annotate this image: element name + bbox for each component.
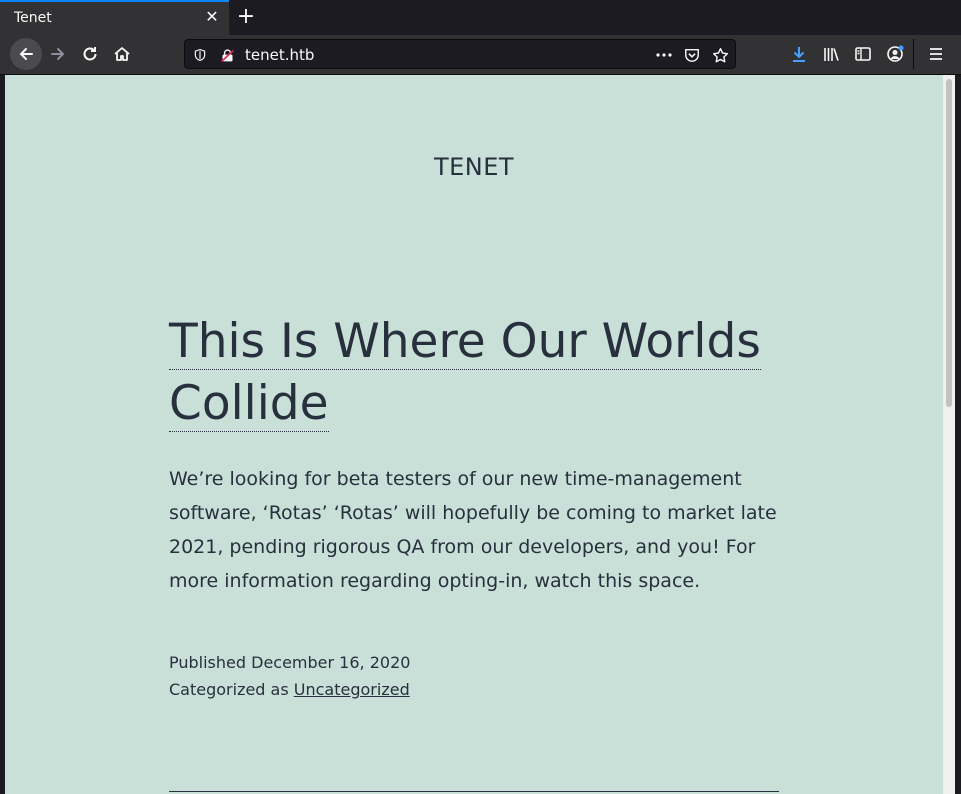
home-icon [114,47,130,61]
toolbar-separator [913,39,914,69]
post-divider [169,791,779,792]
hamburger-menu-icon [930,48,942,60]
sidebar-icon [855,47,871,61]
arrow-right-icon [51,48,65,60]
post-title-line2[interactable]: Collide [169,376,329,432]
published-date: December 16, 2020 [251,653,411,672]
categorized-label: Categorized as [169,680,289,699]
download-icon [793,47,805,62]
menu-button[interactable] [921,39,951,69]
post-title[interactable]: This Is Where Our Worlds Collide [169,311,809,435]
tab-strip: Tenet ✕ + [0,0,961,35]
category-link[interactable]: Uncategorized [294,680,410,699]
scrollbar-thumb[interactable] [946,79,952,407]
account-icon [887,45,904,62]
arrow-left-icon [19,48,33,60]
reload-icon [83,47,97,61]
back-button[interactable] [10,38,42,70]
page-actions-icon[interactable] [655,46,673,64]
reload-button[interactable] [75,39,105,69]
page-content: TENET This Is Where Our Worlds Collide W… [5,75,943,794]
bookmark-star-icon[interactable] [711,46,729,64]
window-edge [955,75,961,794]
tab-active[interactable]: Tenet ✕ [0,0,229,35]
url-bar[interactable]: tenet.htb [184,39,736,69]
forward-button[interactable] [43,39,73,69]
post-meta: Published December 16, 2020 Categorized … [169,649,410,703]
navigation-toolbar: tenet.htb [0,35,961,75]
tab-title: Tenet [14,10,52,26]
tracking-protection-shield-icon[interactable] [191,46,209,64]
sidebar-button[interactable] [848,39,878,69]
downloads-button[interactable] [784,39,814,69]
category-line: Categorized as Uncategorized [169,676,410,703]
published-line: Published December 16, 2020 [169,649,410,676]
post-title-line1[interactable]: This Is Where Our Worlds [169,314,761,370]
home-button[interactable] [107,39,137,69]
published-label: Published [169,653,247,672]
insecure-lock-icon[interactable] [218,46,236,64]
pocket-icon[interactable] [683,46,701,64]
url-text[interactable]: tenet.htb [245,46,314,64]
site-title[interactable]: TENET [5,153,943,181]
post-body: We’re looking for beta testers of our ne… [169,468,777,592]
library-button[interactable] [816,39,846,69]
library-icon [824,48,839,61]
close-tab-icon[interactable]: ✕ [204,9,220,25]
account-button[interactable] [880,39,910,69]
new-tab-icon[interactable]: + [236,6,256,28]
